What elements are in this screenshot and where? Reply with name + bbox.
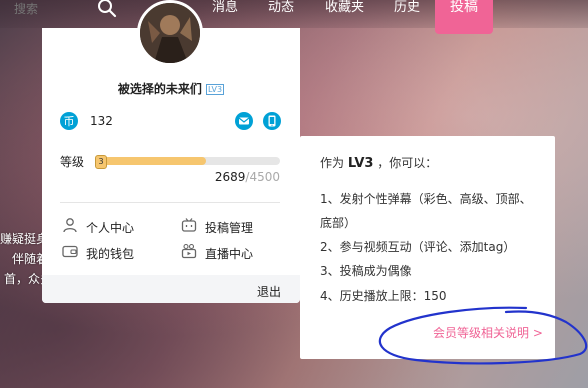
wallet-icon: [62, 245, 78, 258]
tooltip-line-4: 3、投稿成为偶像: [320, 264, 412, 278]
username[interactable]: 被选择的未来们: [118, 82, 202, 96]
exp-current: 2689: [214, 170, 246, 184]
email-icon[interactable]: [234, 111, 254, 131]
annotation-scribble: [378, 306, 588, 365]
coin-icon: 币: [60, 112, 78, 130]
tooltip-title: 作为 LV3 ，你可以：: [320, 154, 437, 171]
exp-value: 2689/4500: [180, 170, 280, 184]
exp-max: /4500: [245, 170, 280, 184]
search-bar[interactable]: [0, 0, 130, 22]
upload-button[interactable]: 投稿: [435, 0, 493, 34]
tooltip-title-prefix: 作为: [320, 156, 345, 170]
avatar[interactable]: [137, 0, 203, 66]
tooltip-line-2: 底部）: [320, 216, 357, 230]
level-progress-fill: [97, 157, 206, 165]
divider: [60, 202, 280, 203]
live-icon: [181, 243, 197, 259]
level-badge: LV3: [205, 84, 225, 95]
coin-count: 132: [90, 114, 113, 128]
svg-text:币: 币: [64, 115, 75, 128]
menu-live-center-label: 直播中心: [205, 247, 254, 261]
search-input[interactable]: [14, 0, 94, 18]
tv-icon: [181, 218, 197, 232]
nav-dynamics[interactable]: 动态: [268, 0, 294, 18]
level-marker: 3: [95, 155, 107, 169]
tooltip-line-1: 1、发射个性弹幕（彩色、高级、顶部、: [320, 192, 532, 206]
nav-history[interactable]: 历史: [394, 0, 420, 18]
background-text-1: 赚疑挺身: [0, 232, 49, 246]
avatar-image: [140, 3, 200, 63]
level-label: 等级: [60, 155, 85, 169]
nav-messages[interactable]: 消息: [212, 0, 238, 18]
person-icon: [63, 218, 77, 233]
tooltip-title-suffix: ，你可以：: [377, 156, 438, 170]
phone-icon[interactable]: [262, 111, 282, 131]
tooltip-title-level: LV3: [347, 156, 374, 171]
logout-button[interactable]: 退出: [257, 283, 281, 300]
search-icon[interactable]: [96, 0, 118, 20]
username-row: 被选择的未来们 LV3: [42, 80, 300, 97]
menu-upload-manage-label: 投稿管理: [205, 221, 254, 235]
upload-label: 投稿: [450, 0, 478, 15]
menu-personal-center-label: 个人中心: [86, 221, 135, 235]
nav-favorites[interactable]: 收藏夹: [325, 0, 364, 18]
tooltip-line-5: 4、历史播放上限：150: [320, 289, 447, 303]
tooltip-line-3: 2、参与视频互动（评论、添加tag）: [320, 240, 516, 254]
tooltip-arrow: [291, 152, 300, 170]
menu-wallet-label: 我的钱包: [86, 247, 135, 261]
